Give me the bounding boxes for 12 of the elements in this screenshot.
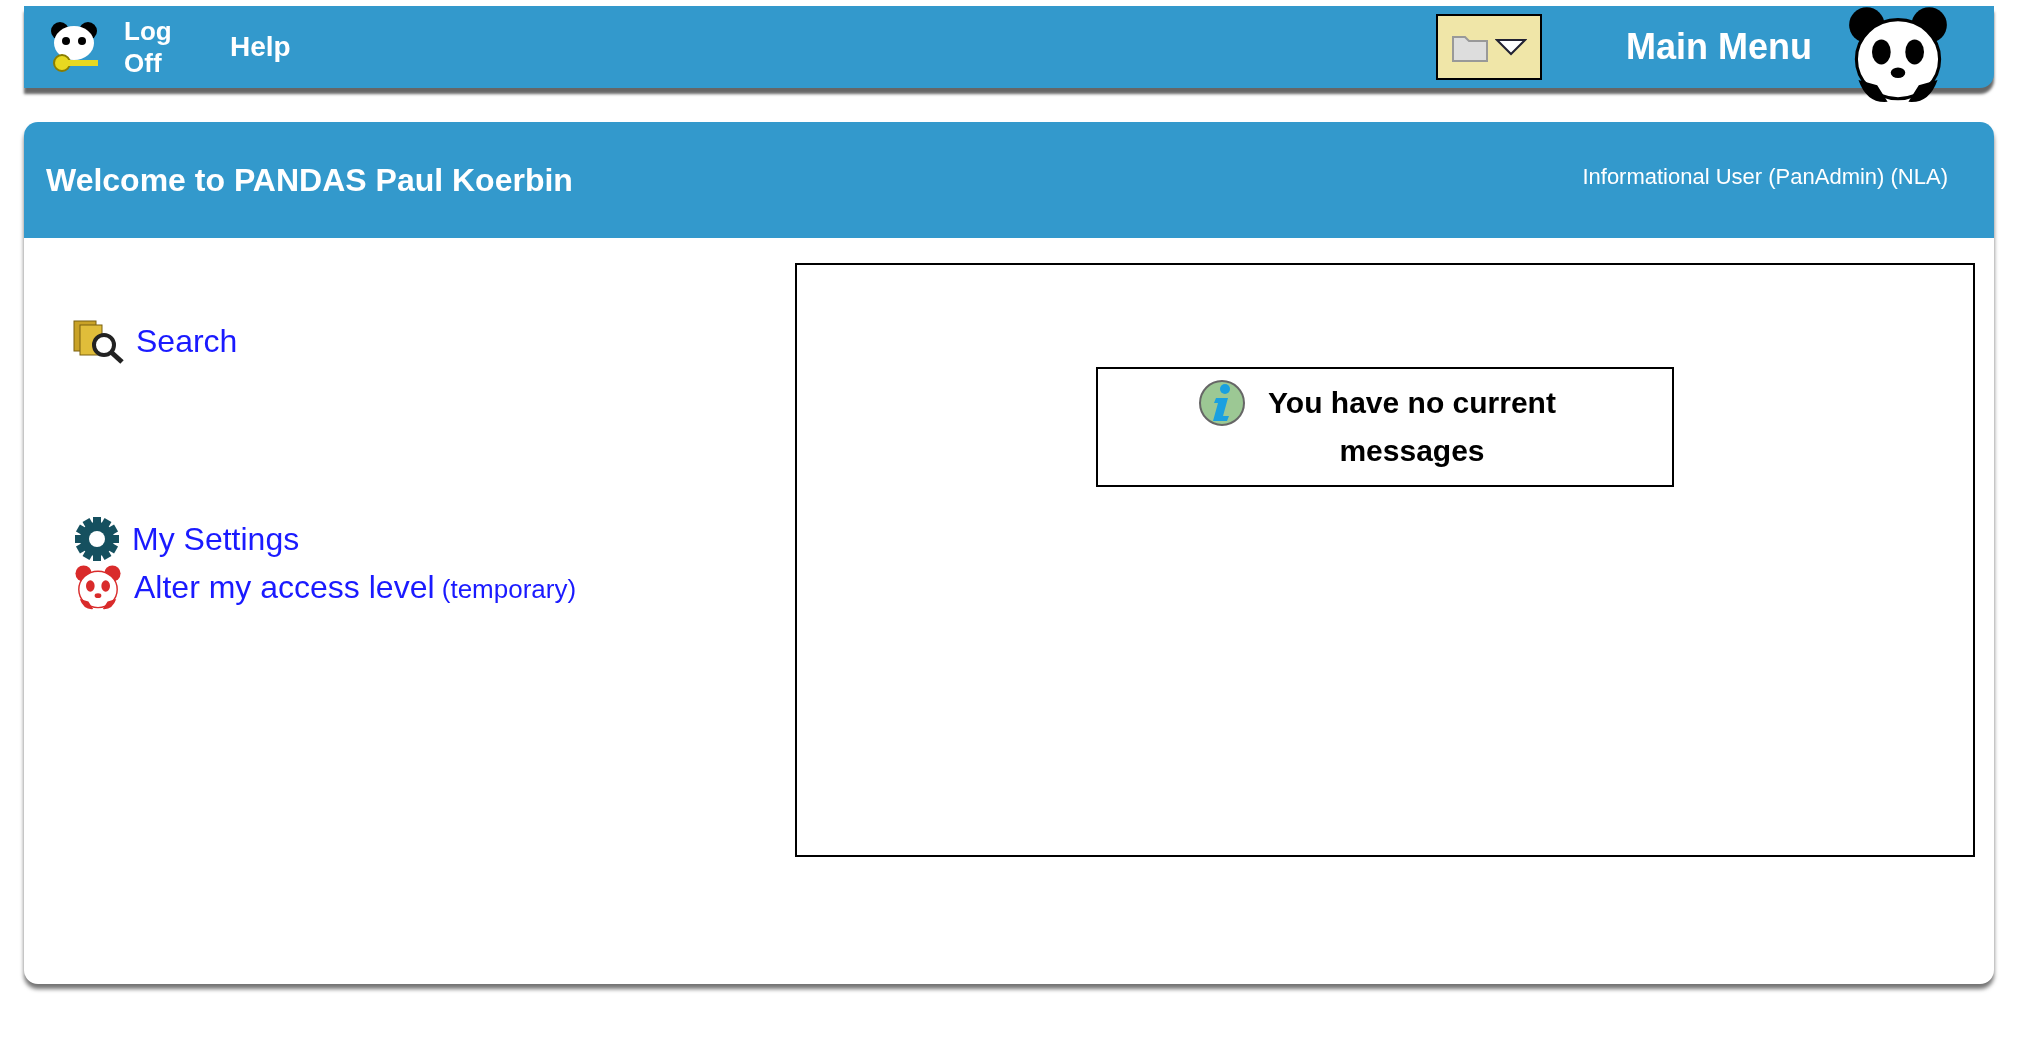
- welcome-title: Welcome to PANDAS Paul Koerbin: [46, 161, 573, 200]
- menu-link[interactable]: Search: [136, 317, 238, 365]
- caret-icon: [1495, 38, 1527, 56]
- gear-icon: [72, 516, 122, 562]
- no-messages-text: You have no current messages: [1267, 385, 1557, 469]
- folders-magnifier-icon: [72, 317, 126, 365]
- menu-link[interactable]: Alter my access level (temporary): [134, 563, 577, 611]
- folder-dropdown-button[interactable]: [1436, 14, 1542, 80]
- panda-face-icon: [72, 563, 124, 611]
- menu-link[interactable]: My Settings: [132, 515, 300, 563]
- info-icon: [1198, 379, 1246, 427]
- user-info: Informational User (PanAdmin) (NLA): [1582, 162, 1948, 191]
